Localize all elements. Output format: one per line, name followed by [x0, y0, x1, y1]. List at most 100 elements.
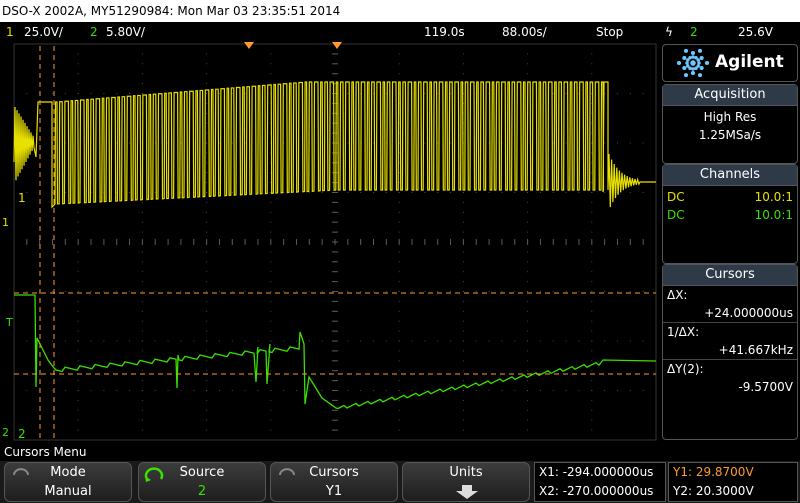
spark-dot — [690, 50, 696, 56]
brand-name: Agilent — [715, 52, 784, 72]
ch2-probe: 10.0:1 — [754, 208, 793, 222]
graticule-grid — [13, 43, 657, 441]
grid-dot — [462, 251, 464, 253]
grid-dot — [321, 390, 323, 391]
grid-dot — [424, 192, 426, 193]
grid-dot — [141, 320, 143, 322]
grid-dot — [270, 231, 272, 233]
ch1-ground-marker[interactable]: 1 — [2, 216, 9, 229]
grid-dot — [64, 390, 66, 391]
grid-dot — [514, 390, 516, 391]
grid-dot — [141, 211, 143, 213]
grid-dot — [270, 201, 272, 203]
grid-dot — [141, 370, 143, 372]
ch2-ground-marker[interactable]: 2 — [2, 426, 9, 439]
grid-dot — [373, 340, 375, 342]
grid-dot — [206, 281, 208, 283]
grid-dot — [77, 63, 79, 65]
grid-dot — [385, 340, 387, 342]
grid-dot — [629, 142, 631, 144]
grid-dot — [103, 340, 105, 342]
grid-dot — [141, 73, 143, 75]
grid-dot — [270, 291, 272, 292]
grid-dot — [398, 271, 400, 273]
spark-dot — [688, 66, 692, 70]
spark-dot — [699, 55, 704, 61]
grid-dot — [347, 192, 349, 193]
delta-y-label: ΔY(2): — [663, 359, 797, 378]
grid-dot — [116, 142, 118, 144]
ch1-scale[interactable]: 25.0V/ — [24, 22, 63, 42]
grid-dot — [141, 281, 143, 283]
grid-dot — [527, 261, 529, 263]
trigger-position-marker[interactable] — [244, 42, 254, 49]
grid-dot — [475, 291, 477, 292]
grid-dot — [462, 53, 464, 55]
grid-dot — [206, 182, 208, 184]
grid-dot — [616, 142, 618, 144]
y1-readout: Y1: 29.8700V — [673, 465, 754, 479]
trigger-level[interactable]: 25.6V — [738, 22, 773, 42]
grid-dot — [103, 291, 105, 292]
grid-dot — [193, 340, 195, 342]
cursors-box[interactable]: Cursors ΔX: +24.000000us 1/ΔX: +41.667kH… — [662, 264, 798, 440]
grid-dot — [591, 271, 593, 273]
spark-dot — [697, 73, 703, 78]
acquisition-header: Acquisition — [663, 85, 797, 106]
run-state[interactable]: Stop — [596, 22, 623, 42]
time-scale[interactable]: 88.00s/ — [502, 22, 547, 42]
agilent-spark-icon — [676, 48, 710, 78]
grid-dot — [629, 192, 631, 193]
trigger-channel[interactable]: 2 — [690, 22, 698, 42]
grid-dot — [629, 93, 631, 94]
waveform-display[interactable]: 1 1 2 2 T — [0, 42, 660, 443]
grid-dot — [206, 261, 208, 263]
grid-dot — [591, 53, 593, 55]
grid-dot — [552, 142, 554, 144]
grid-dot — [77, 360, 79, 362]
grid-dot — [231, 390, 233, 391]
cursors-softkey[interactable]: Cursors Y1 — [270, 462, 398, 502]
cursors-header: Cursors — [663, 265, 797, 286]
trigger-level-marker[interactable]: T — [5, 316, 13, 329]
grid-dot — [77, 310, 79, 312]
ch1-number[interactable]: 1 — [6, 22, 14, 42]
mode-softkey[interactable]: Mode Manual — [4, 462, 132, 502]
spark-dot — [682, 55, 687, 61]
grid-dot — [527, 370, 529, 372]
grid-dot — [206, 102, 208, 104]
grid-dot — [591, 201, 593, 203]
delta-x-value: +24.000000us — [704, 306, 793, 320]
ch2-number[interactable]: 2 — [90, 22, 98, 42]
units-softkey[interactable]: Units — [402, 462, 530, 502]
trigger-icon: ϟ — [665, 25, 673, 39]
grid-dot — [591, 320, 593, 322]
right-side-panel: Agilent Acquisition High Res 1.25MSa/s C… — [660, 42, 800, 443]
grid-dot — [591, 350, 593, 352]
grid-dot — [398, 350, 400, 352]
grid-dot — [141, 83, 143, 85]
grid-dot — [360, 291, 362, 292]
grid-dot — [462, 370, 464, 372]
x1-readout: X1: -294.000000us — [539, 465, 654, 479]
source-softkey[interactable]: Source 2 — [138, 462, 266, 502]
grid-dot — [591, 132, 593, 134]
grid-dot — [141, 271, 143, 273]
grid-dot — [270, 261, 272, 263]
grid-dot — [565, 93, 567, 94]
grid-dot — [398, 419, 400, 421]
grid-dot — [154, 291, 156, 292]
grid-dot — [26, 93, 28, 94]
grid-dot — [141, 231, 143, 233]
acquisition-box[interactable]: Acquisition High Res 1.25MSa/s — [662, 84, 798, 164]
grid-dot — [270, 221, 272, 223]
grid-dot — [360, 390, 362, 391]
grid-dot — [488, 192, 490, 193]
time-position[interactable]: 119.0s — [424, 22, 465, 42]
grid-dot — [129, 93, 131, 94]
ch2-scale[interactable]: 5.80V/ — [106, 22, 145, 42]
channels-box[interactable]: Channels DC 10.0:1 DC 10.0:1 — [662, 164, 798, 264]
grid-dot — [77, 231, 79, 233]
grid-dot — [270, 330, 272, 332]
grid-dot — [129, 340, 131, 342]
